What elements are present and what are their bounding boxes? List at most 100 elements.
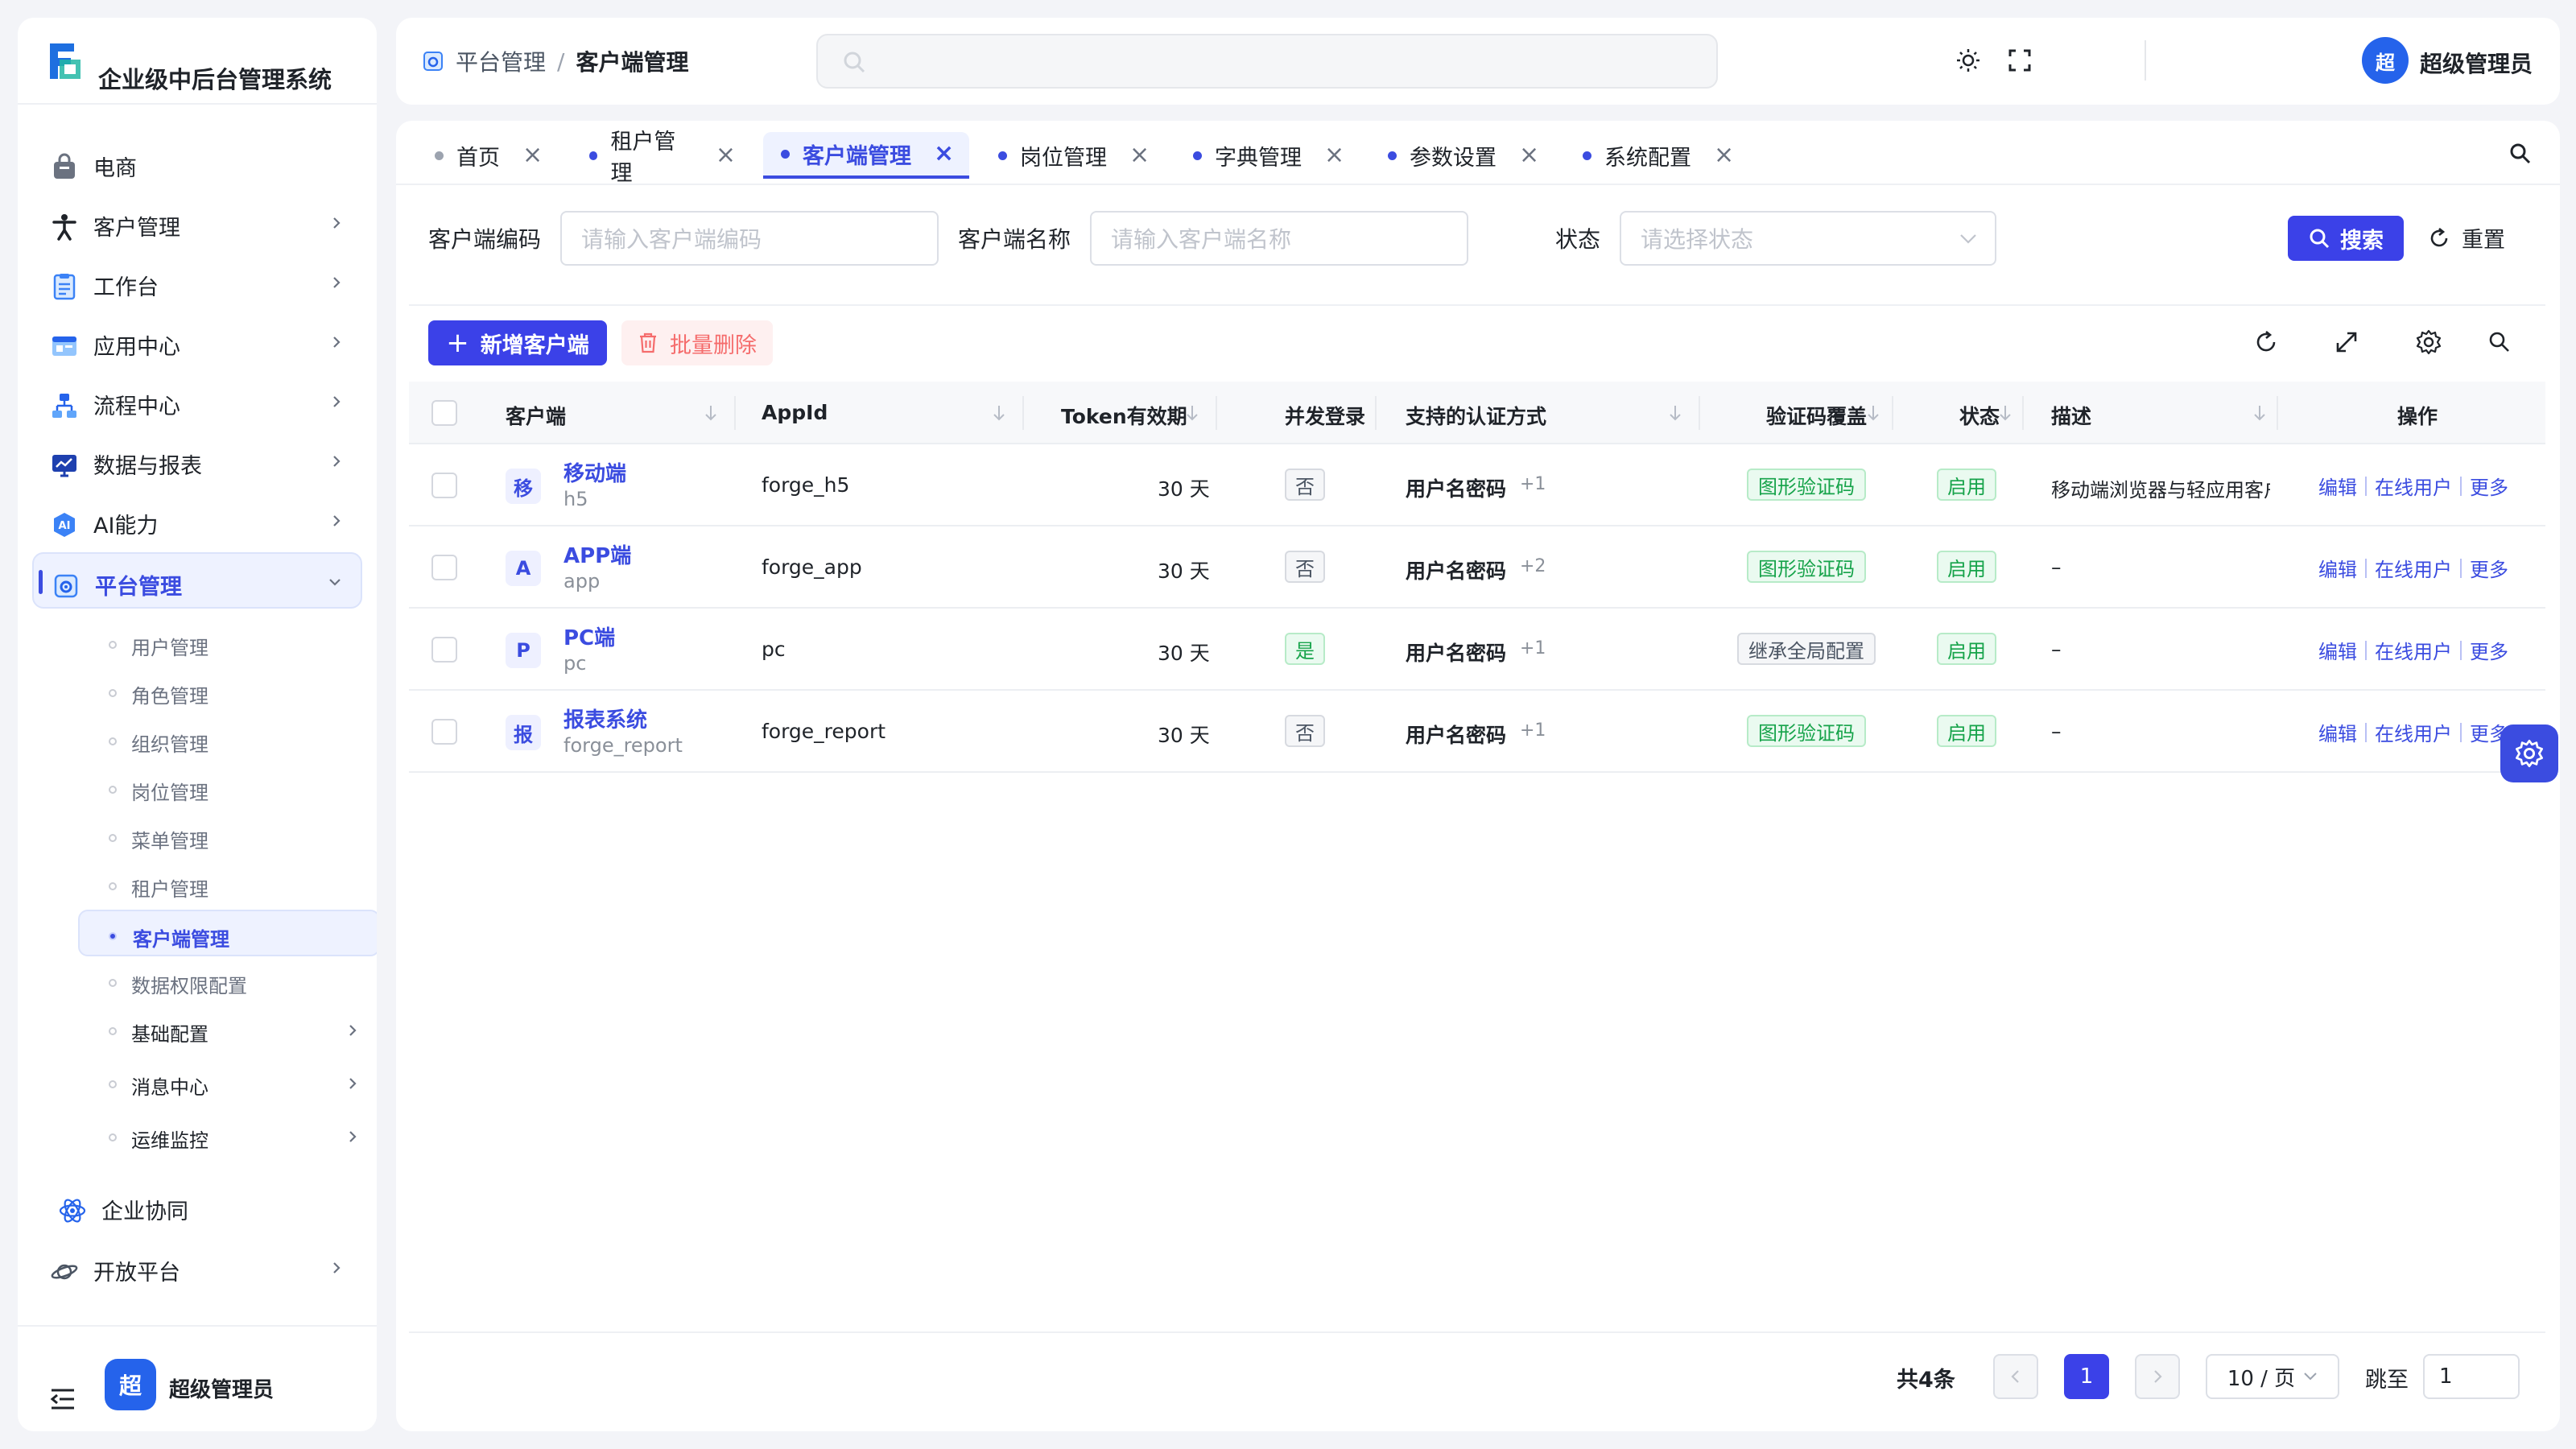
sidebar-item-flow-center[interactable]: 流程中心 xyxy=(32,374,362,430)
page-button-current[interactable]: 1 xyxy=(2064,1354,2109,1399)
jump-page-input[interactable]: 1 xyxy=(2423,1354,2520,1399)
sidebar-item-app-center[interactable]: 应用中心 xyxy=(32,314,362,370)
col-concurrent[interactable]: 并发登录 xyxy=(1285,401,1365,430)
add-client-button[interactable]: + 新增客户端 xyxy=(428,320,607,365)
submenu-item-post[interactable]: 岗位管理 xyxy=(78,765,377,811)
prev-page-button[interactable] xyxy=(1993,1354,2038,1399)
table-expand-icon[interactable] xyxy=(2334,330,2359,354)
collapse-menu-icon[interactable] xyxy=(50,1388,76,1410)
sidebar-item-data-report[interactable]: 数据与报表 xyxy=(32,433,362,489)
close-icon[interactable]: × xyxy=(1714,143,1734,167)
submenu-group-message-center[interactable]: 消息中心 xyxy=(78,1059,377,1106)
sort-arrow-icon[interactable] xyxy=(992,403,1006,423)
table-refresh-icon[interactable] xyxy=(2254,330,2278,354)
submenu-group-basic-config[interactable]: 基础配置 xyxy=(78,1006,377,1053)
tab-sysconfig[interactable]: 系统配置 × xyxy=(1568,132,1747,179)
client-name-link[interactable]: PC端 xyxy=(564,621,615,651)
client-name-link[interactable]: APP端 xyxy=(564,539,631,569)
row-checkbox[interactable] xyxy=(431,637,457,663)
close-icon[interactable]: × xyxy=(716,143,736,167)
col-captcha[interactable]: 验证码覆盖 xyxy=(1766,401,1867,430)
more-link[interactable]: 更多 xyxy=(2470,636,2508,664)
tab-params[interactable]: 参数设置 × xyxy=(1373,132,1552,179)
client-code-input[interactable]: 请输入客户端编码 xyxy=(560,211,939,266)
col-auth[interactable]: 支持的认证方式 xyxy=(1406,401,1546,430)
client-name-link[interactable]: 移动端 xyxy=(564,457,626,487)
sort-arrow-icon[interactable] xyxy=(1185,403,1199,423)
sidebar-item-platform[interactable]: 平台管理 xyxy=(32,552,362,609)
auth-extra-count[interactable]: +1 xyxy=(1520,638,1546,658)
next-page-button[interactable] xyxy=(2135,1354,2180,1399)
floating-settings-button[interactable] xyxy=(2500,724,2558,782)
online-users-link[interactable]: 在线用户 xyxy=(2375,554,2452,582)
submenu-item-data-permission[interactable]: 数据权限配置 xyxy=(78,958,377,1005)
sidebar-item-collaboration[interactable]: 企业协同 xyxy=(32,1179,362,1235)
submenu-group-ops-monitor[interactable]: 运维监控 xyxy=(78,1113,377,1159)
online-users-link[interactable]: 在线用户 xyxy=(2375,718,2452,746)
sidebar-item-open-platform[interactable]: 开放平台 xyxy=(32,1240,362,1296)
sidebar-item-ai[interactable]: AI AI能力 xyxy=(32,493,362,549)
close-icon[interactable]: × xyxy=(522,143,543,167)
theme-toggle-sun-icon[interactable] xyxy=(1955,47,1982,74)
more-link[interactable]: 更多 xyxy=(2470,472,2508,500)
sort-arrow-icon[interactable] xyxy=(1998,403,2013,423)
status-select[interactable]: 请选择状态 xyxy=(1620,211,1996,266)
close-icon[interactable]: × xyxy=(934,142,954,166)
sort-arrow-icon[interactable] xyxy=(2252,403,2267,423)
sidebar-user-name[interactable]: 超级管理员 xyxy=(169,1373,274,1403)
table-settings-gear-icon[interactable] xyxy=(2415,328,2442,356)
tab-home[interactable]: 首页 × xyxy=(420,132,551,179)
tab-client[interactable]: 客户端管理 × xyxy=(763,132,969,179)
edit-link[interactable]: 编辑 xyxy=(2318,472,2357,500)
submenu-item-role[interactable]: 角色管理 xyxy=(78,668,377,715)
user-avatar[interactable]: 超 xyxy=(105,1359,156,1410)
client-name-input[interactable]: 请输入客户端名称 xyxy=(1090,211,1468,266)
edit-link[interactable]: 编辑 xyxy=(2318,718,2357,746)
submenu-item-client[interactable]: 客户端管理 xyxy=(78,910,377,956)
client-name-link[interactable]: 报表系统 xyxy=(564,704,647,733)
table-row[interactable]: 报 报表系统 forge_report forge_report 30 天 否 … xyxy=(409,691,2545,773)
close-icon[interactable]: × xyxy=(1129,143,1150,167)
header-user-name[interactable]: 超级管理员 xyxy=(2420,47,2533,79)
edit-link[interactable]: 编辑 xyxy=(2318,554,2357,582)
edit-link[interactable]: 编辑 xyxy=(2318,636,2357,664)
col-status[interactable]: 状态 xyxy=(1959,401,2000,430)
breadcrumb-item[interactable]: 平台管理 xyxy=(456,45,546,77)
global-search-input[interactable] xyxy=(816,34,1718,89)
close-icon[interactable]: × xyxy=(1324,143,1344,167)
table-search-icon[interactable] xyxy=(2487,330,2512,354)
more-link[interactable]: 更多 xyxy=(2470,554,2508,582)
close-icon[interactable]: × xyxy=(1519,143,1539,167)
table-row[interactable]: P PC端 pc pc 30 天 是 用户名密码 +1 继承全局配置 启用 – … xyxy=(409,609,2545,691)
tab-dict[interactable]: 字典管理 × xyxy=(1179,132,1357,179)
header-user-avatar[interactable]: 超 xyxy=(2362,37,2409,84)
batch-delete-button[interactable]: 批量删除 xyxy=(621,320,773,365)
col-desc[interactable]: 描述 xyxy=(2051,401,2091,430)
submenu-item-org[interactable]: 组织管理 xyxy=(78,716,377,763)
sort-arrow-icon[interactable] xyxy=(1866,403,1880,423)
tab-post[interactable]: 岗位管理 × xyxy=(984,132,1162,179)
online-users-link[interactable]: 在线用户 xyxy=(2375,472,2452,500)
reset-button[interactable]: 重置 xyxy=(2428,222,2505,254)
sidebar-item-customer[interactable]: 客户管理 xyxy=(32,195,362,251)
auth-extra-count[interactable]: +2 xyxy=(1520,556,1546,576)
submenu-item-menu[interactable]: 菜单管理 xyxy=(78,813,377,860)
sort-arrow-icon[interactable] xyxy=(704,403,718,423)
sort-arrow-icon[interactable] xyxy=(1668,403,1682,423)
tab-tenant[interactable]: 租户管理 × xyxy=(575,130,736,186)
col-token[interactable]: Token有效期 xyxy=(1061,401,1187,430)
submenu-item-user[interactable]: 用户管理 xyxy=(78,620,377,667)
col-appid[interactable]: AppId xyxy=(762,401,828,424)
auth-extra-count[interactable]: +1 xyxy=(1520,474,1546,494)
page-size-select[interactable]: 10 / 页 xyxy=(2206,1354,2339,1399)
table-row[interactable]: A APP端 app forge_app 30 天 否 用户名密码 +2 图形验… xyxy=(409,526,2545,609)
sidebar-item-workbench[interactable]: 工作台 xyxy=(32,254,362,311)
row-checkbox[interactable] xyxy=(431,719,457,745)
row-checkbox[interactable] xyxy=(431,555,457,580)
online-users-link[interactable]: 在线用户 xyxy=(2375,636,2452,664)
select-all-checkbox[interactable] xyxy=(431,400,457,426)
row-checkbox[interactable] xyxy=(431,473,457,498)
search-button[interactable]: 搜索 xyxy=(2288,216,2404,261)
col-client[interactable]: 客户端 xyxy=(506,401,566,430)
table-row[interactable]: 移 移动端 h5 forge_h5 30 天 否 用户名密码 +1 图形验证码 … xyxy=(409,444,2545,526)
